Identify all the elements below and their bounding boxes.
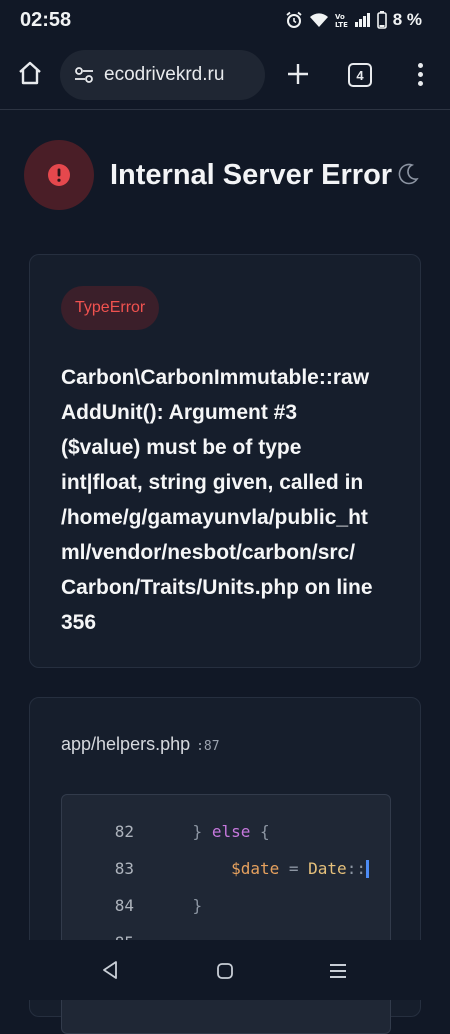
signal-icon <box>354 13 370 27</box>
code-line: 82 } else { <box>62 813 390 850</box>
moon-icon[interactable] <box>396 162 420 186</box>
system-nav-bar <box>0 940 450 1000</box>
alarm-icon <box>286 11 302 28</box>
code-line: 83 $date = Date:: <box>62 850 390 887</box>
tab-count: 4 <box>356 67 364 83</box>
home-circle-icon[interactable] <box>216 962 234 980</box>
error-header: Internal Server Error <box>24 140 424 210</box>
battery-percent: 8 % <box>392 10 422 29</box>
frame-line: :87 <box>196 739 220 754</box>
code-text: $date = Date:: <box>154 859 369 879</box>
volte-icon: Vo LTE <box>335 13 348 28</box>
code-text: } <box>192 896 203 915</box>
error-card: TypeError Carbon\CarbonImmutable::raw Ad… <box>29 254 421 668</box>
code-text: } else { <box>192 822 270 841</box>
back-icon[interactable] <box>100 960 120 980</box>
overflow-menu-button[interactable] <box>410 58 430 90</box>
home-icon <box>19 61 41 85</box>
frame-file: app/helpers.php <box>61 734 191 754</box>
alert-icon <box>48 164 70 186</box>
error-badge <box>24 140 94 210</box>
error-message: Carbon\CarbonImmutable::raw AddUnit(): A… <box>61 366 373 634</box>
new-tab-button[interactable] <box>282 58 314 90</box>
address-bar[interactable]: ecodrivekrd.ru <box>60 50 265 100</box>
status-icons: Vo LTE 8 % <box>285 10 422 30</box>
status-time: 02:58 <box>20 8 72 31</box>
tab-switcher-button[interactable]: 4 <box>348 63 372 87</box>
home-button[interactable] <box>14 57 46 89</box>
code-line: 84 } <box>62 887 390 924</box>
error-type-badge: TypeError <box>61 286 160 330</box>
svg-text:LTE: LTE <box>335 21 348 28</box>
line-number: 84 <box>114 896 134 915</box>
page-title: Internal Server Error <box>110 158 393 191</box>
svg-text:Vo: Vo <box>335 13 345 21</box>
line-number: 82 <box>114 822 134 841</box>
status-bar: 02:58 Vo LTE 8 % <box>0 0 450 40</box>
url-text[interactable]: ecodrivekrd.ru <box>104 64 224 86</box>
browser-toolbar: ecodrivekrd.ru 4 <box>0 40 450 110</box>
line-number: 83 <box>114 859 134 878</box>
site-settings-icon[interactable] <box>74 66 94 84</box>
wifi-icon <box>309 13 328 27</box>
frame-location: app/helpers.php :87 <box>61 734 220 755</box>
overflow-menu-icon <box>417 62 423 68</box>
battery-icon <box>376 11 387 29</box>
recents-icon[interactable] <box>328 962 348 980</box>
new-tab-icon <box>288 64 308 84</box>
text-cursor <box>365 860 369 879</box>
